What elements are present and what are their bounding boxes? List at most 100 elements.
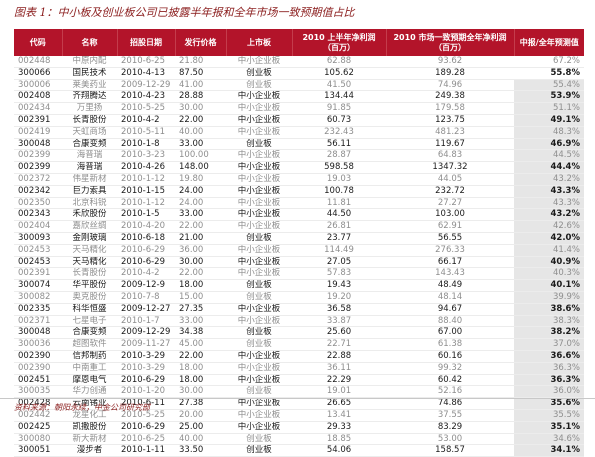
- table-row: 002425 凯撒股份 2010-6-29 25.00 中小企业板 29.33 83.29 3…: [14, 421, 584, 434]
- cell-consensus-profit: 48.14: [386, 291, 514, 304]
- cell-board: 创业板: [226, 79, 292, 92]
- cell-code: 002391: [14, 267, 62, 281]
- cell-consensus-profit: 44.05: [386, 173, 514, 186]
- cell-ipo-date: 2009-12-29: [117, 79, 175, 92]
- table-row: 002391 长青股份 2010-4-2 22.00 中小企业板 60.73 123.75 4…: [14, 114, 584, 127]
- cell-code: 002350: [14, 197, 62, 210]
- cell-consensus-profit: 232.72: [386, 185, 514, 198]
- cell-code: 002453: [14, 244, 62, 257]
- cell-ipo-date: 2009-12-9: [117, 279, 175, 292]
- cell-name: 北京科锐: [62, 197, 117, 210]
- cell-ipo-date: 2010-1-12: [117, 173, 175, 186]
- cell-h1-profit: 25.60: [292, 326, 386, 340]
- cell-board: 创业板: [226, 326, 292, 340]
- data-table: 代码 名称 招股日期 发行价格 上市板 2010 上半年净利润 （百万） 2010 市场一致预…: [14, 29, 584, 457]
- cell-h1-profit: 105.62: [292, 67, 386, 80]
- cell-board: 创业板: [226, 385, 292, 399]
- cell-issue-price: 22.00: [175, 350, 226, 363]
- cell-ipo-date: 2010-4-20: [117, 220, 175, 233]
- cell-code: 002434: [14, 102, 62, 115]
- cell-ipo-date: 2010-6-25: [117, 56, 175, 68]
- cell-issue-price: 30.00: [175, 256, 226, 269]
- cell-ratio: 43.2%: [514, 173, 584, 186]
- cell-name: 海普瑞: [62, 149, 117, 163]
- cell-issue-price: 22.00: [175, 267, 226, 281]
- cell-consensus-profit: 64.83: [386, 149, 514, 163]
- table-row: 300048 合康变频 2010-1-8 33.00 创业板 56.11 119.67 46.…: [14, 138, 584, 151]
- cell-ipo-date: 2010-3-29: [117, 350, 175, 363]
- cell-h1-profit: 114.49: [292, 244, 386, 257]
- cell-ipo-date: 2010-1-12: [117, 197, 175, 210]
- cell-consensus-profit: 119.67: [386, 138, 514, 151]
- cell-ratio: 55.4%: [514, 79, 584, 92]
- cell-ratio: 46.9%: [514, 138, 584, 151]
- cell-ratio: 34.6%: [514, 433, 584, 446]
- cell-issue-price: 36.00: [175, 244, 226, 257]
- cell-issue-price: 18.00: [175, 279, 226, 292]
- cell-h1-profit: 232.43: [292, 126, 386, 139]
- cell-h1-profit: 27.05: [292, 256, 386, 269]
- cell-consensus-profit: 67.00: [386, 326, 514, 340]
- cell-consensus-profit: 74.96: [386, 79, 514, 92]
- cell-board: 中小企业板: [226, 421, 292, 434]
- cell-code: 300093: [14, 232, 62, 245]
- cell-consensus-profit: 53.00: [386, 433, 514, 446]
- cell-h1-profit: 134.44: [292, 90, 386, 104]
- cell-consensus-profit: 179.58: [386, 102, 514, 115]
- table-row: 300048 合康变频 2009-12-29 34.38 创业板 25.60 67.00 38…: [14, 326, 584, 340]
- cell-ipo-date: 2010-1-20: [117, 385, 175, 399]
- cell-consensus-profit: 62.91: [386, 220, 514, 233]
- cell-h1-profit: 36.11: [292, 362, 386, 375]
- cell-name: 海普瑞: [62, 161, 117, 174]
- cell-code: 002371: [14, 315, 62, 328]
- cell-ratio: 36.3%: [514, 374, 584, 387]
- cell-ratio: 55.8%: [514, 67, 584, 80]
- table-row: 002390 信邦制药 2010-3-29 22.00 中小企业板 22.88 60.16 3…: [14, 350, 584, 363]
- cell-ipo-date: 2010-6-18: [117, 232, 175, 245]
- cell-issue-price: 21.00: [175, 232, 226, 245]
- cell-h1-profit: 19.03: [292, 173, 386, 186]
- cell-name: 伟星新材: [62, 173, 117, 186]
- cell-ratio: 38.6%: [514, 303, 584, 316]
- table-row: 002434 万里扬 2010-5-25 30.00 中小企业板 91.85 179.58 5…: [14, 102, 584, 115]
- cell-issue-price: 19.80: [175, 173, 226, 186]
- cell-h1-profit: 56.11: [292, 138, 386, 151]
- cell-code: 002391: [14, 114, 62, 127]
- table-row: 002335 科华恒盛 2009-12-27 27.35 中小企业板 36.58 94.67…: [14, 303, 584, 316]
- cell-name: 中南重工: [62, 362, 117, 375]
- cell-ratio: 40.3%: [514, 267, 584, 281]
- cell-code: 002372: [14, 173, 62, 186]
- cell-board: 中小企业板: [226, 244, 292, 257]
- cell-code: 002390: [14, 350, 62, 363]
- cell-ratio: 36.6%: [514, 350, 584, 363]
- cell-ratio: 67.2%: [514, 56, 584, 68]
- cell-board: 中小企业板: [226, 90, 292, 104]
- cell-h1-profit: 28.87: [292, 149, 386, 163]
- cell-h1-profit: 33.87: [292, 315, 386, 328]
- cell-consensus-profit: 123.75: [386, 114, 514, 127]
- cell-h1-profit: 19.01: [292, 385, 386, 399]
- cell-name: 摩恩电气: [62, 374, 117, 387]
- cell-ipo-date: 2010-5-11: [117, 126, 175, 139]
- cell-name: 七星电子: [62, 315, 117, 328]
- cell-ratio: 34.1%: [514, 444, 584, 457]
- table-row: 300051 漫步者 2010-1-11 33.50 创业板 54.06 158.57 34.…: [14, 444, 584, 457]
- cell-issue-price: 100.00: [175, 149, 226, 163]
- cell-code: 002408: [14, 90, 62, 104]
- cell-ratio: 43.3%: [514, 185, 584, 198]
- cell-consensus-profit: 27.27: [386, 197, 514, 210]
- table-row: 300093 金刚玻璃 2010-6-18 21.00 创业板 23.77 56.55 42.…: [14, 232, 584, 245]
- cell-ratio: 42.0%: [514, 232, 584, 245]
- cell-board: 中小企业板: [226, 197, 292, 210]
- cell-board: 中小企业板: [226, 161, 292, 174]
- cell-h1-profit: 36.58: [292, 303, 386, 316]
- table-row: 002404 嘉欣丝绸 2010-4-20 22.00 中小企业板 26.81 62.91 4…: [14, 220, 584, 233]
- cell-code: 002425: [14, 421, 62, 434]
- cell-ipo-date: 2010-1-15: [117, 185, 175, 198]
- header-board: 上市板: [226, 29, 293, 56]
- cell-board: 中小企业板: [226, 114, 292, 127]
- cell-name: 万里扬: [62, 102, 117, 115]
- cell-consensus-profit: 83.29: [386, 421, 514, 434]
- cell-ratio: 39.9%: [514, 291, 584, 304]
- cell-consensus-profit: 1347.32: [386, 161, 514, 174]
